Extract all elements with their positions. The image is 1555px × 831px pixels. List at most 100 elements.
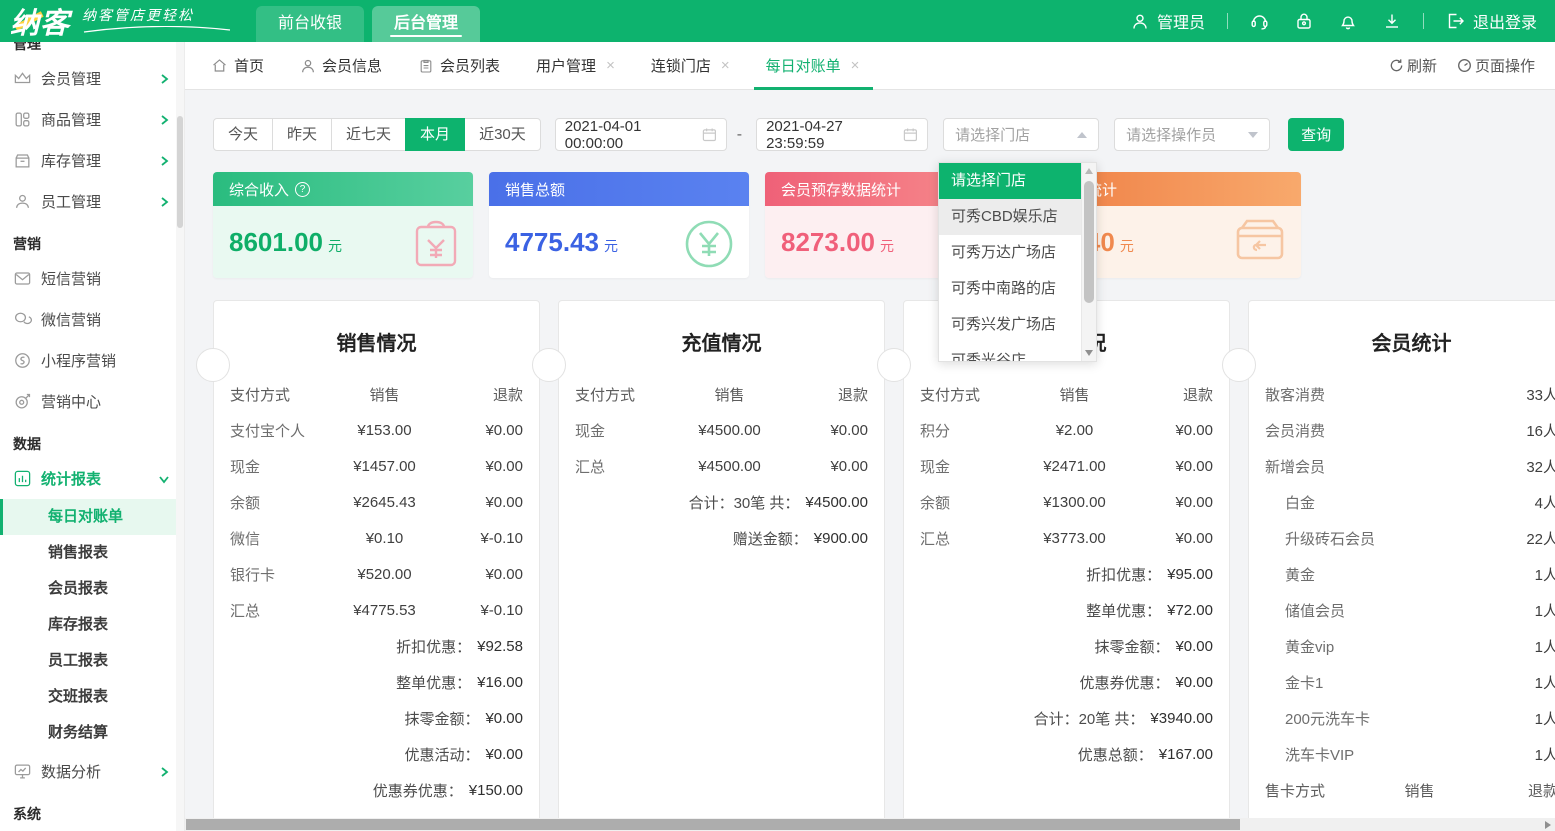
sidebar-child-finance-settlement[interactable]: 财务结算 — [0, 715, 184, 751]
stat-card-unit: 元 — [604, 236, 618, 256]
table-header: 售卡方式 销售 退款 — [1249, 772, 1555, 808]
store-select[interactable]: 请选择门店 — [943, 118, 1099, 151]
summary-row: 整单优惠：¥16.00 — [214, 664, 539, 700]
headset-icon[interactable] — [1250, 12, 1269, 30]
sidebar-child-staff-report[interactable]: 员工报表 — [0, 643, 184, 679]
sidebar-item-staff-management[interactable]: 员工管理 — [0, 181, 184, 222]
panel-title: 销售情况 — [214, 301, 539, 376]
tab-member-list[interactable]: 会员列表 — [418, 42, 500, 90]
range-last30days-button[interactable]: 近30天 — [464, 118, 541, 151]
lock-icon[interactable] — [1295, 12, 1313, 30]
stat-cards-row: 综合收入 ? 8601.00元 销售总额 4775.43元 — [213, 172, 1555, 278]
sidebar-item-wechat-marketing[interactable]: 微信营销 — [0, 299, 184, 340]
start-datetime-input[interactable]: 2021-04-01 00:00:00 — [555, 118, 727, 151]
panel-recharge: 充值情况 支付方式 销售 退款 现金¥4500.00¥0.00 汇总¥4500.… — [558, 300, 885, 831]
sidebar-scrollbar[interactable] — [176, 42, 184, 831]
table-row: 汇总¥4775.53¥-0.10 — [214, 592, 539, 628]
close-icon[interactable]: × — [851, 57, 860, 74]
query-button[interactable]: 查询 — [1288, 118, 1344, 151]
range-thismonth-button[interactable]: 本月 — [405, 118, 465, 151]
sidebar-child-daily-statement[interactable]: 每日对账单 — [0, 499, 184, 535]
tab-chain-stores[interactable]: 连锁门店 × — [651, 42, 730, 90]
stat-row: 新增会员32人 — [1249, 448, 1555, 484]
store-option[interactable]: 请选择门店 — [939, 163, 1083, 199]
report-panels-row: 销售情况 支付方式 销售 退款 支付宝个人¥153.00¥0.00 现金¥145… — [213, 300, 1555, 831]
date-separator: - — [737, 126, 742, 144]
sidebar-item-member-management[interactable]: 会员管理 — [0, 58, 184, 99]
range-yesterday-button[interactable]: 昨天 — [272, 118, 332, 151]
home-icon — [211, 57, 228, 74]
sidebar-child-member-report[interactable]: 会员报表 — [0, 571, 184, 607]
sidebar-child-shift-report[interactable]: 交班报表 — [0, 679, 184, 715]
sidebar-item-miniprogram-marketing[interactable]: 小程序营销 — [0, 340, 184, 381]
panel-notch — [1222, 348, 1256, 382]
stat-card-title: 会员预存数据统计 — [781, 179, 901, 200]
nav-tab-backend-admin[interactable]: 后台管理 — [372, 6, 480, 42]
panel-notch — [532, 348, 566, 382]
tab-home[interactable]: 首页 — [211, 42, 264, 90]
summary-row: 折扣优惠：¥95.00 — [904, 556, 1229, 592]
logout-button[interactable]: 退出登录 — [1446, 9, 1537, 33]
tagline-wrap: 纳客管店更轻松 — [82, 5, 232, 34]
scroll-up-icon[interactable] — [1085, 168, 1093, 174]
dropdown-scrollbar[interactable] — [1081, 163, 1096, 361]
col-sales: 销售 — [330, 384, 439, 405]
range-today-button[interactable]: 今天 — [213, 118, 273, 151]
scroll-down-icon[interactable] — [1085, 350, 1093, 356]
tab-user-management[interactable]: 用户管理 × — [536, 42, 615, 90]
user-menu[interactable]: 管理员 — [1131, 9, 1205, 33]
sidebar-child-inventory-report[interactable]: 库存报表 — [0, 607, 184, 643]
stat-row: 黄金1人 — [1249, 556, 1555, 592]
sidebar-item-goods-management[interactable]: 商品管理 — [0, 99, 184, 140]
panel-consumption: 消费情况 支付方式 销售 退款 积分¥2.00¥0.00 现金¥2471.00¥… — [903, 300, 1230, 831]
close-icon[interactable]: × — [721, 57, 730, 74]
sidebar-item-sms-marketing[interactable]: 短信营销 — [0, 258, 184, 299]
range-last7days-button[interactable]: 近七天 — [331, 118, 406, 151]
table-row: 现金¥1457.00¥0.00 — [214, 448, 539, 484]
nav-tab-front-cashier[interactable]: 前台收银 — [256, 6, 364, 42]
table-header: 支付方式 销售 退款 — [559, 376, 884, 412]
sidebar-item-statistic-reports[interactable]: 统计报表 — [0, 458, 184, 499]
sidebar-item-inventory-management[interactable]: 库存管理 — [0, 140, 184, 181]
bell-icon[interactable] — [1339, 12, 1357, 30]
scroll-right-icon[interactable] — [1545, 821, 1551, 829]
horizontal-scrollbar-thumb[interactable] — [186, 819, 1240, 830]
sidebar: 管理 会员管理 商品管理 库存管理 员工管理 营销 — [0, 42, 185, 831]
stat-card-unit: 元 — [328, 236, 342, 256]
sidebar-item-label: 库存管理 — [41, 150, 101, 171]
store-option[interactable]: 可秀兴发广场店 — [939, 307, 1083, 343]
panel-notch — [196, 348, 230, 382]
sidebar-scrollbar-thumb[interactable] — [177, 116, 183, 228]
panel-notch — [877, 348, 911, 382]
content-area: 首页 会员信息 会员列表 用户管理 × 连锁门店 × — [185, 42, 1555, 831]
operator-select[interactable]: 请选择操作员 — [1114, 118, 1270, 151]
stat-row: 升级砖石会员22人 — [1249, 520, 1555, 556]
summary-row: 优惠券优惠：¥0.00 — [904, 664, 1229, 700]
miniprogram-icon — [13, 351, 32, 370]
page-operations-button[interactable]: 页面操作 — [1457, 55, 1535, 76]
tab-daily-statement[interactable]: 每日对账单 × — [766, 42, 860, 90]
sidebar-item-marketing-center[interactable]: 营销中心 — [0, 381, 184, 422]
nav-tab-label: 后台管理 — [394, 15, 458, 32]
end-datetime-input[interactable]: 2021-04-27 23:59:59 — [756, 118, 928, 151]
close-icon[interactable]: × — [606, 57, 615, 74]
refresh-button[interactable]: 刷新 — [1389, 55, 1437, 76]
chevron-right-icon — [158, 114, 170, 126]
dropdown-scrollbar-thumb[interactable] — [1084, 181, 1094, 303]
store-option[interactable]: 可秀CBD娱乐店 — [939, 199, 1083, 235]
stat-row: 储值会员1人 — [1249, 592, 1555, 628]
store-option[interactable]: 可秀光谷店 — [939, 343, 1083, 362]
stat-row: 黄金vip1人 — [1249, 628, 1555, 664]
horizontal-scrollbar[interactable] — [185, 818, 1555, 831]
help-icon[interactable]: ? — [295, 182, 310, 197]
tab-member-info[interactable]: 会员信息 — [300, 42, 382, 90]
store-option[interactable]: 可秀万达广场店 — [939, 235, 1083, 271]
store-option[interactable]: 可秀中南路的店 — [939, 271, 1083, 307]
nav-tab-label: 前台收银 — [278, 15, 342, 32]
download-icon[interactable] — [1383, 12, 1401, 30]
sidebar-child-sales-report[interactable]: 销售报表 — [0, 535, 184, 571]
logo: 纳客 — [10, 0, 70, 42]
clipboard-list-icon — [418, 58, 434, 74]
sidebar-item-data-analysis[interactable]: 数据分析 — [0, 751, 184, 792]
logo-area: 纳客 纳客管店更轻松 — [0, 0, 250, 42]
